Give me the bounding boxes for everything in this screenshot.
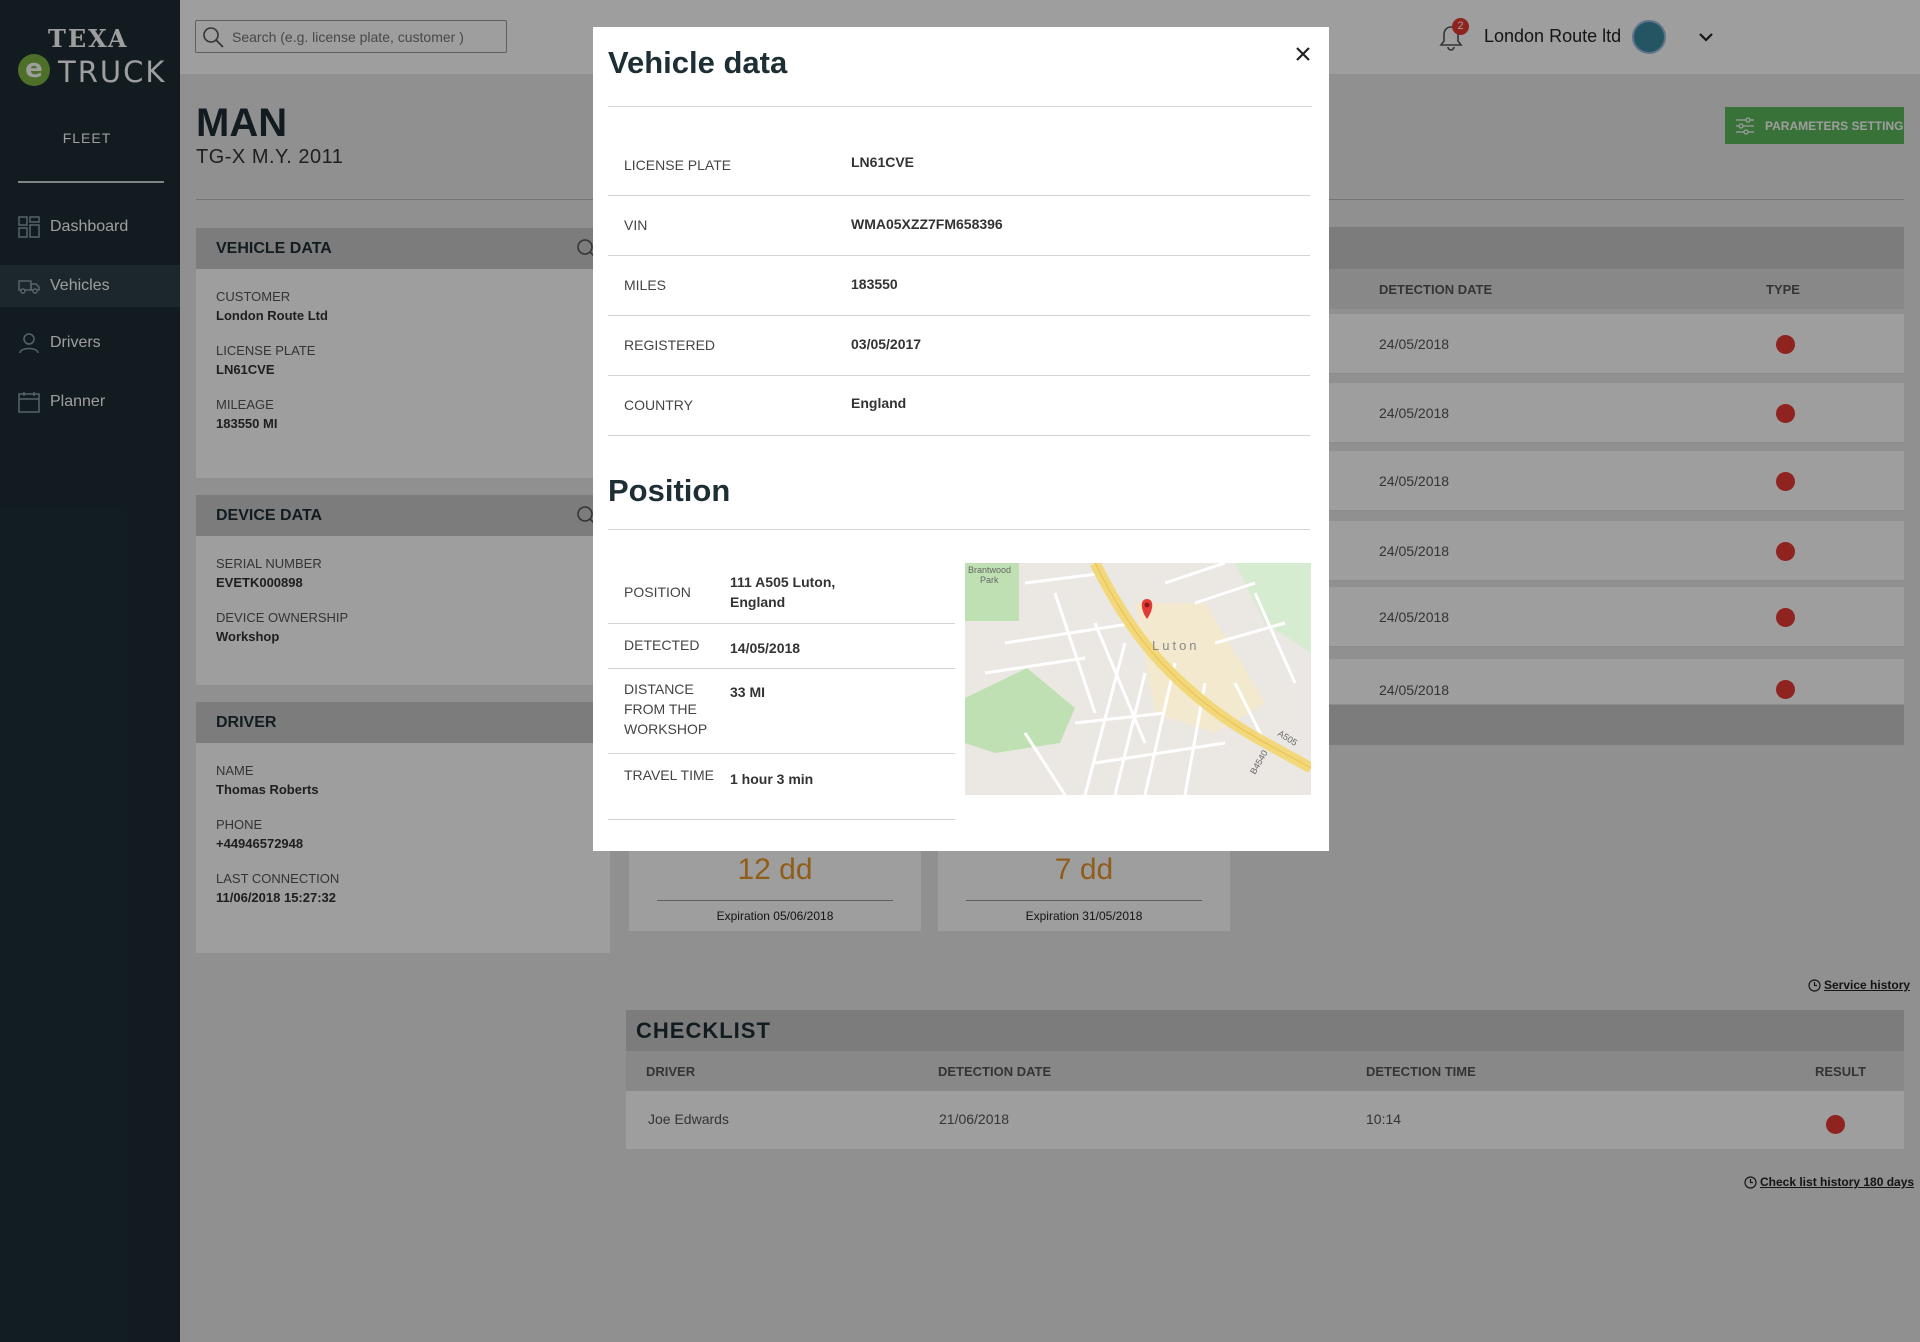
row-value: LN61CVE	[851, 154, 915, 170]
vehicle-row-country: COUNTRY England	[608, 376, 1310, 436]
close-icon	[1296, 47, 1310, 61]
row-value: 111 A505 Luton, England	[730, 574, 836, 610]
detected-row: DETECTED 14/05/2018	[608, 624, 955, 669]
row-label: TRAVEL TIME	[624, 767, 714, 783]
close-button[interactable]	[1290, 41, 1316, 67]
row-value: WMA05XZZ7FM658396	[851, 216, 1003, 232]
row-value: 183550	[851, 276, 898, 292]
row-label: MILES	[624, 277, 667, 293]
position-row: POSITION 111 A505 Luton, England	[608, 563, 955, 624]
vehicle-row-registered: REGISTERED 03/05/2017	[608, 316, 1310, 376]
vehicle-row-license-plate: LICENSE PLATE LN61CVE	[608, 136, 1310, 196]
travel-time-row: TRAVEL TIME 1 hour 3 min	[608, 754, 955, 820]
vehicle-data-modal: Vehicle data LICENSE PLATE LN61CVE VIN W…	[593, 27, 1329, 851]
vehicle-row-vin: VIN WMA05XZZ7FM658396	[608, 196, 1310, 256]
map-label-park-2: Park	[980, 575, 999, 585]
row-label: COUNTRY	[624, 397, 693, 413]
row-label: REGISTERED	[624, 337, 716, 353]
map-label-park-1: Brantwood	[968, 565, 1011, 575]
map-label-city: Luton	[1152, 638, 1200, 653]
row-label: DETECTED	[624, 637, 700, 653]
row-label: POSITION	[624, 584, 691, 600]
row-value: England	[851, 395, 907, 411]
map-graphic: Brantwood Park Luton A505 B4540	[965, 563, 1311, 795]
row-value: 33 MI	[730, 684, 766, 700]
row-label: DISTANCE FROM THE WORKSHOP	[624, 681, 708, 737]
row-value: 03/05/2017	[851, 336, 922, 352]
modal-title: Vehicle data	[608, 45, 788, 80]
row-value: 14/05/2018	[730, 640, 801, 656]
row-label: VIN	[624, 217, 648, 233]
modal-title-divider	[608, 106, 1312, 107]
position-map[interactable]: Brantwood Park Luton A505 B4540	[965, 563, 1311, 795]
row-value: 1 hour 3 min	[730, 771, 814, 787]
distance-row: DISTANCE FROM THE WORKSHOP 33 MI	[608, 669, 955, 754]
row-label: LICENSE PLATE	[624, 157, 732, 173]
vehicle-row-miles: MILES 183550	[608, 256, 1310, 316]
position-title: Position	[608, 473, 731, 508]
position-divider	[608, 529, 1310, 530]
